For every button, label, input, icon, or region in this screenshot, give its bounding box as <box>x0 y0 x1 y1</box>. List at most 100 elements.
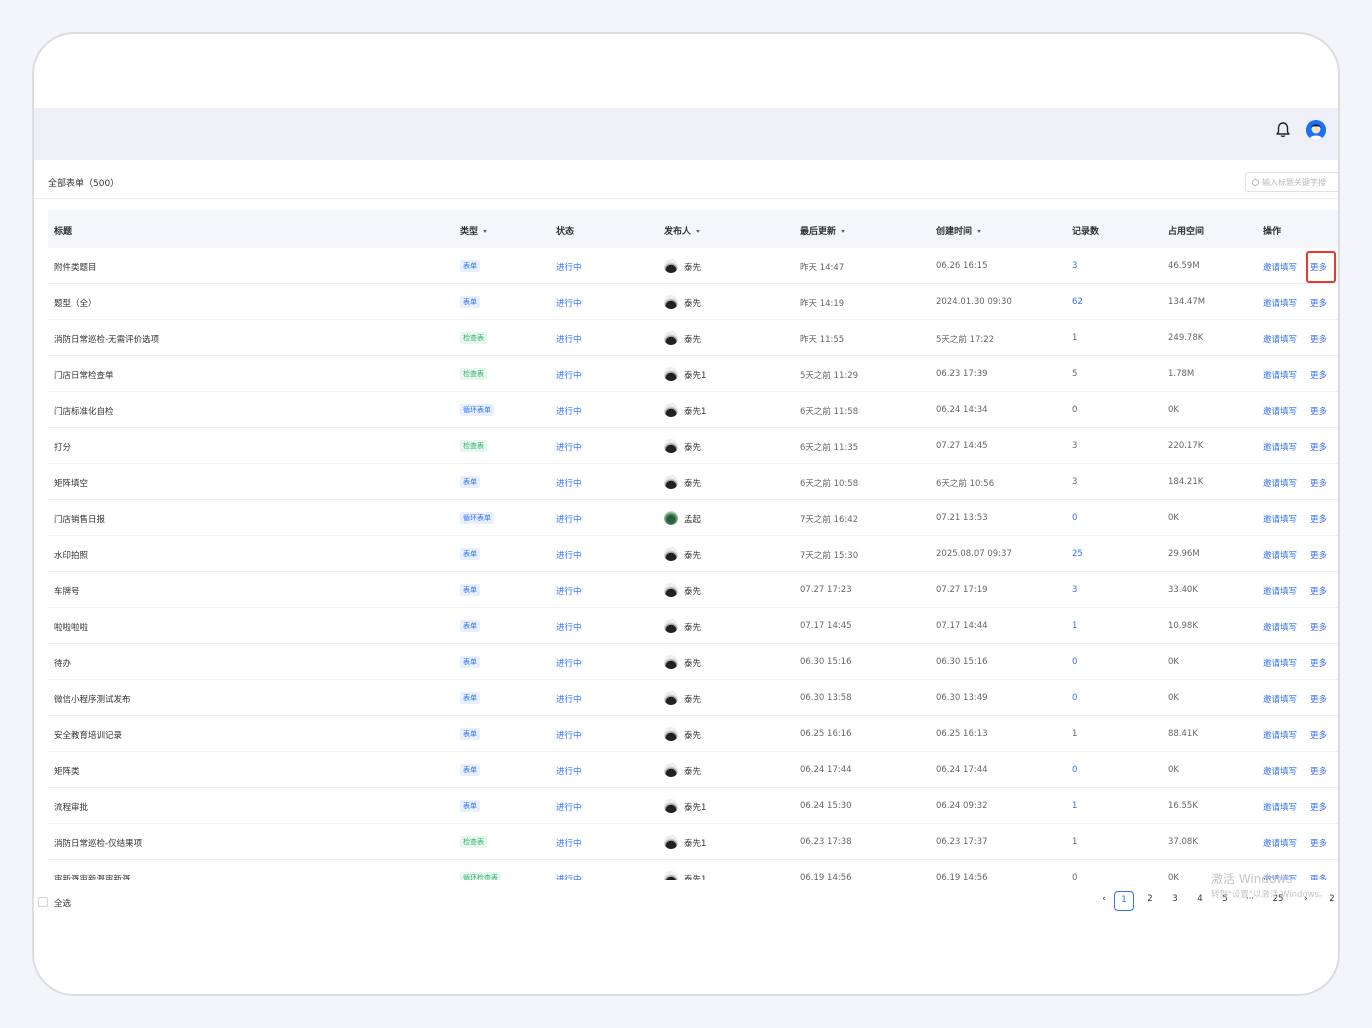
bell-icon[interactable] <box>1274 121 1292 139</box>
invite-fill-link[interactable]: 邀请填写 <box>1263 837 1297 849</box>
table-row[interactable]: 审新溉审新溉审新溉 循环检查表 进行中 泰先1 06.19 14:56 06.19 14:… <box>48 860 1338 880</box>
more-link[interactable]: 更多 <box>1310 801 1327 813</box>
more-link[interactable]: 更多 <box>1310 297 1327 309</box>
row-title[interactable]: 车牌号 <box>54 585 80 597</box>
row-title[interactable]: 矩阵类 <box>54 765 80 777</box>
invite-fill-link[interactable]: 邀请填写 <box>1263 441 1297 453</box>
more-link[interactable]: 更多 <box>1310 513 1327 525</box>
more-link[interactable]: 更多 <box>1310 405 1327 417</box>
more-link[interactable]: 更多 <box>1310 693 1327 705</box>
row-title[interactable]: 门店标准化自检 <box>54 405 114 417</box>
more-link[interactable]: 更多 <box>1310 441 1327 453</box>
invite-fill-link[interactable]: 邀请填写 <box>1263 621 1297 633</box>
updated-time: 06.24 15:30 <box>800 801 852 811</box>
column-updated[interactable]: 最后更新 <box>800 224 846 237</box>
record-count[interactable]: 25 <box>1072 549 1083 559</box>
record-count[interactable]: 0 <box>1072 513 1077 523</box>
table-row[interactable]: 车牌号 表单 进行中 泰先 07.27 17:23 07.27 17:19 3 33.40K 邀… <box>48 572 1338 608</box>
row-title[interactable]: 审新溉审新溉审新溉 <box>54 873 131 880</box>
table-row[interactable]: 消防日常巡检-无需评价选项 检查表 进行中 泰先 昨天 11:55 5天之前 17:22 1… <box>48 320 1338 356</box>
row-title[interactable]: 流程审批 <box>54 801 88 813</box>
invite-fill-link[interactable]: 邀请填写 <box>1263 297 1297 309</box>
row-title[interactable]: 啦啦啦啦 <box>54 621 88 633</box>
table-row[interactable]: 打分 检查表 进行中 泰先 6天之前 11:35 07.27 14:45 3 220.17K 邀… <box>48 428 1338 464</box>
invite-fill-link[interactable]: 邀请填写 <box>1263 765 1297 777</box>
status-text: 进行中 <box>556 407 582 417</box>
column-type[interactable]: 类型 <box>460 224 488 237</box>
table-row[interactable]: 啦啦啦啦 表单 进行中 泰先 07.17 14:45 07.17 14:44 1 10.98K… <box>48 608 1338 644</box>
invite-fill-link[interactable]: 邀请填写 <box>1263 657 1297 669</box>
table-row[interactable]: 门店销售日报 循环表单 进行中 孟起 7天之前 16:42 07.21 13:53 0 0K 邀… <box>48 500 1338 536</box>
table-row[interactable]: 门店日常检查单 检查表 进行中 泰先1 5天之前 11:29 06.23 17:39 5 1.… <box>48 356 1338 392</box>
record-count[interactable]: 0 <box>1072 693 1077 703</box>
row-title[interactable]: 消防日常巡检-仅结果项 <box>54 837 142 849</box>
record-count[interactable]: 0 <box>1072 765 1077 775</box>
page-1-button[interactable]: 1 <box>1114 891 1134 911</box>
invite-fill-link[interactable]: 邀请填写 <box>1263 261 1297 273</box>
record-count[interactable]: 3 <box>1072 261 1077 271</box>
table-row[interactable]: 题型（全） 表单 进行中 泰先 昨天 14:19 2024.01.30 09:30 62 13… <box>48 284 1338 320</box>
more-link[interactable]: 更多 <box>1310 549 1327 561</box>
table-row[interactable]: 水印拍照 表单 进行中 泰先 7天之前 15:30 2025.08.07 09:37 25 2… <box>48 536 1338 572</box>
select-all-label[interactable]: 全选 <box>54 897 71 909</box>
record-count[interactable]: 0 <box>1072 657 1077 667</box>
table-row[interactable]: 待办 表单 进行中 泰先 06.30 15:16 06.30 15:16 0 0K 邀请填写 更多 <box>48 644 1338 680</box>
more-link[interactable]: 更多 <box>1310 729 1327 741</box>
more-link[interactable]: 更多 <box>1310 621 1327 633</box>
more-link[interactable]: 更多 <box>1310 333 1327 345</box>
row-title[interactable]: 矩阵填空 <box>54 477 88 489</box>
page-3-button[interactable]: 3 <box>1165 894 1185 904</box>
more-link[interactable]: 更多 <box>1310 657 1327 669</box>
more-link[interactable]: 更多 <box>1310 369 1327 381</box>
user-avatar-icon[interactable] <box>1306 120 1326 140</box>
row-title[interactable]: 门店日常检查单 <box>54 369 114 381</box>
row-title[interactable]: 题型（全） <box>54 297 97 309</box>
row-title[interactable]: 打分 <box>54 441 71 453</box>
record-count[interactable]: 62 <box>1072 297 1083 307</box>
invite-fill-link[interactable]: 邀请填写 <box>1263 513 1297 525</box>
row-title[interactable]: 安全教育培训记录 <box>54 729 122 741</box>
prev-page-button[interactable]: ‹ <box>1094 894 1114 904</box>
column-created[interactable]: 创建时间 <box>936 224 982 237</box>
more-link[interactable]: 更多 <box>1310 585 1327 597</box>
invite-fill-link[interactable]: 邀请填写 <box>1263 549 1297 561</box>
table-row[interactable]: 安全教育培训记录 表单 进行中 泰先 06.25 16:16 06.25 16:13 1 88… <box>48 716 1338 752</box>
row-title[interactable]: 微信小程序测试发布 <box>54 693 131 705</box>
more-link[interactable]: 更多 <box>1310 765 1327 777</box>
row-title[interactable]: 消防日常巡检-无需评价选项 <box>54 333 159 345</box>
table-row[interactable]: 消防日常巡检-仅结果项 检查表 进行中 泰先1 06.23 17:38 06.23 17:… <box>48 824 1338 860</box>
invite-fill-link[interactable]: 邀请填写 <box>1263 693 1297 705</box>
invite-fill-link[interactable]: 邀请填写 <box>1263 801 1297 813</box>
table-row[interactable]: 微信小程序测试发布 表单 进行中 泰先 06.30 13:58 06.30 13:49 0 0… <box>48 680 1338 716</box>
column-publisher[interactable]: 发布人 <box>664 224 701 237</box>
status-text: 进行中 <box>556 875 582 880</box>
table-row[interactable]: 矩阵填空 表单 进行中 泰先 6天之前 10:58 6天之前 10:56 3 184.21K 邀… <box>48 464 1338 500</box>
row-title[interactable]: 待办 <box>54 657 71 669</box>
invite-fill-link[interactable]: 邀请填写 <box>1263 333 1297 345</box>
invite-fill-link[interactable]: 邀请填写 <box>1263 729 1297 741</box>
table-row[interactable]: 流程审批 表单 进行中 泰先1 06.24 15:30 06.24 09:32 1 16.55… <box>48 788 1338 824</box>
record-count[interactable]: 1 <box>1072 801 1077 811</box>
record-count[interactable]: 1 <box>1072 621 1077 631</box>
table-row[interactable]: 矩阵类 表单 进行中 泰先 06.24 17:44 06.24 17:44 0 0K 邀请填写 更… <box>48 752 1338 788</box>
row-title[interactable]: 门店销售日报 <box>54 513 105 525</box>
more-link[interactable]: 更多 <box>1310 837 1327 849</box>
table-row[interactable]: 附件类题目 表单 进行中 泰先 昨天 14:47 06.26 16:15 3 46.59M 邀请… <box>48 248 1338 284</box>
type-tag: 表单 <box>460 656 480 668</box>
record-count[interactable]: 3 <box>1072 585 1077 595</box>
invite-fill-link[interactable]: 邀请填写 <box>1263 369 1297 381</box>
search-input[interactable]: 输入标题关键字搜 <box>1245 172 1338 192</box>
table-row[interactable]: 门店标准化自检 循环表单 进行中 泰先1 6天之前 11:58 06.24 14:34 0 0… <box>48 392 1338 428</box>
record-count: 1 <box>1072 729 1078 739</box>
select-all-checkbox[interactable] <box>38 897 48 907</box>
more-link[interactable]: 更多 <box>1310 873 1327 880</box>
invite-fill-link[interactable]: 邀请填写 <box>1263 585 1297 597</box>
row-title[interactable]: 附件类题目 <box>54 261 97 273</box>
invite-fill-link[interactable]: 邀请填写 <box>1263 405 1297 417</box>
more-link[interactable]: 更多 <box>1310 477 1327 489</box>
page-4-button[interactable]: 4 <box>1190 894 1210 904</box>
page-2-button[interactable]: 2 <box>1140 894 1160 904</box>
table-body: 附件类题目 表单 进行中 泰先 昨天 14:47 06.26 16:15 3 46.59M 邀请… <box>48 248 1338 880</box>
invite-fill-link[interactable]: 邀请填写 <box>1263 477 1297 489</box>
row-title[interactable]: 水印拍照 <box>54 549 88 561</box>
